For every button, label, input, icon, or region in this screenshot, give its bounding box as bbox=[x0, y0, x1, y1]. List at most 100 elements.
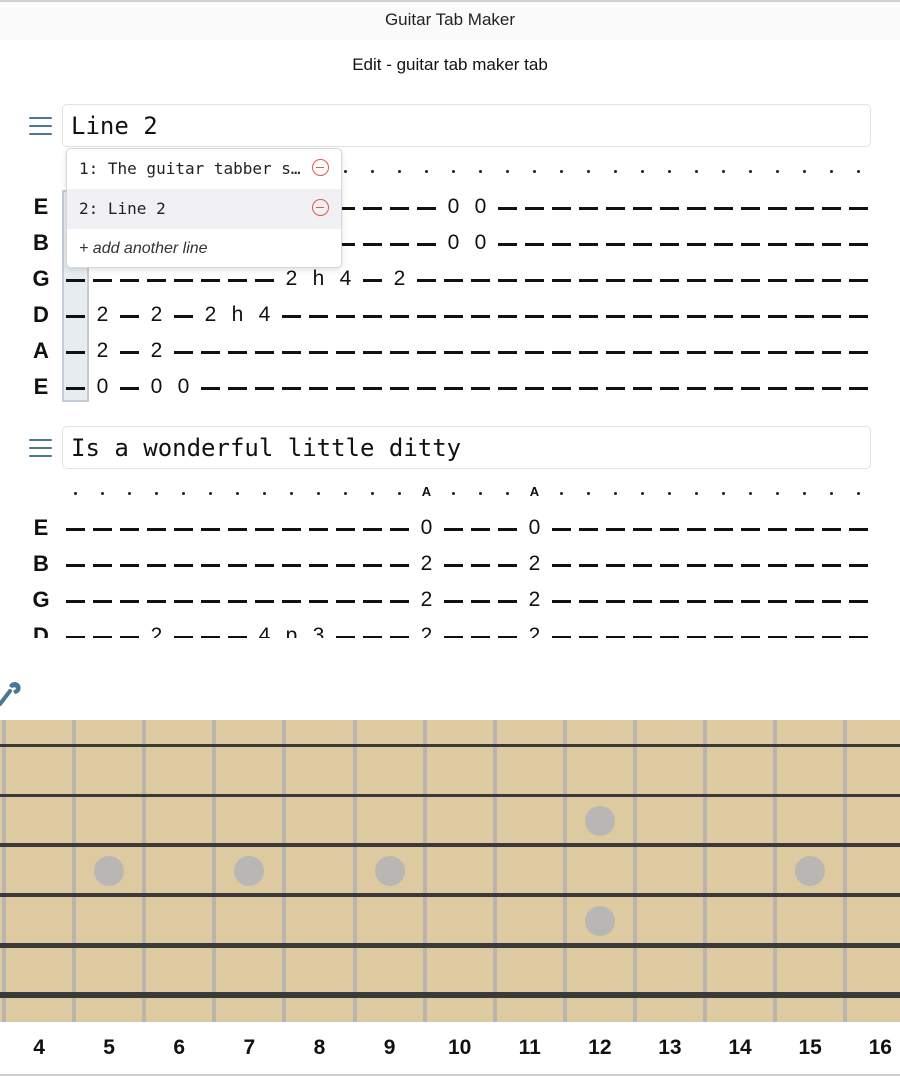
tab-dash[interactable] bbox=[660, 387, 679, 390]
tab-dash[interactable] bbox=[633, 564, 652, 567]
tab-dash[interactable] bbox=[228, 600, 247, 603]
tab-dash[interactable] bbox=[579, 315, 598, 318]
tab-dash[interactable] bbox=[795, 528, 814, 531]
tab-dash[interactable] bbox=[633, 387, 652, 390]
tab-dash[interactable] bbox=[444, 528, 463, 531]
tab-dash[interactable] bbox=[498, 600, 517, 603]
tab-note[interactable]: p bbox=[278, 624, 305, 638]
tab-note[interactable]: 4 bbox=[251, 624, 278, 638]
tab-dash[interactable] bbox=[417, 207, 436, 210]
tab-dash[interactable] bbox=[552, 279, 571, 282]
tab-dash[interactable] bbox=[228, 636, 247, 638]
tab-dash[interactable] bbox=[714, 564, 733, 567]
guitar-string[interactable] bbox=[0, 843, 900, 847]
tab-note[interactable]: 4 bbox=[332, 267, 359, 291]
tab-note[interactable]: 2 bbox=[521, 588, 548, 612]
tab-dash[interactable] bbox=[849, 528, 868, 531]
tab-dash[interactable] bbox=[390, 315, 409, 318]
tab-dash[interactable] bbox=[120, 636, 139, 638]
tab-dash[interactable] bbox=[444, 564, 463, 567]
tab-dash[interactable] bbox=[174, 528, 193, 531]
tab-dash[interactable] bbox=[174, 564, 193, 567]
tab-dash[interactable] bbox=[714, 243, 733, 246]
tab-dash[interactable] bbox=[633, 207, 652, 210]
tab-dash[interactable] bbox=[633, 351, 652, 354]
tab-dash[interactable] bbox=[309, 315, 328, 318]
tab-dash[interactable] bbox=[228, 564, 247, 567]
tab-dash[interactable] bbox=[606, 243, 625, 246]
tab-dash[interactable] bbox=[714, 315, 733, 318]
tab-dash[interactable] bbox=[741, 528, 760, 531]
tab-dash[interactable] bbox=[525, 387, 544, 390]
tab-dash[interactable] bbox=[120, 600, 139, 603]
tab-dash[interactable] bbox=[579, 351, 598, 354]
tab-dash[interactable] bbox=[471, 351, 490, 354]
tab-dash[interactable] bbox=[849, 207, 868, 210]
tab-dash[interactable] bbox=[336, 528, 355, 531]
tab-dash[interactable] bbox=[741, 636, 760, 638]
tab-dash[interactable] bbox=[660, 564, 679, 567]
tab-dash[interactable] bbox=[255, 528, 274, 531]
tab-dash[interactable] bbox=[660, 243, 679, 246]
tab-dash[interactable] bbox=[363, 243, 382, 246]
tab-dash[interactable] bbox=[66, 351, 85, 354]
tab-dash[interactable] bbox=[498, 279, 517, 282]
tab-note[interactable]: 2 bbox=[143, 624, 170, 638]
tab-dash[interactable] bbox=[390, 564, 409, 567]
dropdown-item-line-1[interactable]: 1: The guitar tabber s… bbox=[67, 149, 341, 189]
tab-dash[interactable] bbox=[606, 315, 625, 318]
tab-dash[interactable] bbox=[714, 636, 733, 638]
tab-dash[interactable] bbox=[309, 528, 328, 531]
dropdown-item-line-2[interactable]: 2: Line 2 bbox=[67, 189, 341, 229]
guitar-string[interactable] bbox=[0, 743, 900, 747]
tab-dash[interactable] bbox=[768, 315, 787, 318]
tab-dash[interactable] bbox=[741, 387, 760, 390]
tab-dash[interactable] bbox=[201, 600, 220, 603]
tab-dash[interactable] bbox=[579, 387, 598, 390]
tab-dash[interactable] bbox=[363, 564, 382, 567]
tab-dash[interactable] bbox=[93, 636, 112, 638]
tab-dash[interactable] bbox=[444, 279, 463, 282]
tab-dash[interactable] bbox=[363, 315, 382, 318]
tab-dash[interactable] bbox=[714, 528, 733, 531]
tab-dash[interactable] bbox=[363, 207, 382, 210]
tab-dash[interactable] bbox=[687, 600, 706, 603]
tab-dash[interactable] bbox=[525, 315, 544, 318]
tab-dash[interactable] bbox=[849, 315, 868, 318]
tab-dash[interactable] bbox=[552, 636, 571, 638]
tab-dash[interactable] bbox=[606, 528, 625, 531]
tab-dash[interactable] bbox=[147, 528, 166, 531]
tab-dash[interactable] bbox=[471, 600, 490, 603]
tab-dash[interactable] bbox=[255, 279, 274, 282]
tab-dash[interactable] bbox=[714, 351, 733, 354]
add-line-button[interactable]: + add another line bbox=[79, 240, 208, 258]
tab-note[interactable]: 0 bbox=[467, 231, 494, 255]
tab-dash[interactable] bbox=[174, 636, 193, 638]
tab-note[interactable]: 0 bbox=[413, 516, 440, 540]
tab-dash[interactable] bbox=[579, 243, 598, 246]
tab-note[interactable]: 4 bbox=[251, 303, 278, 327]
tab-dash[interactable] bbox=[390, 387, 409, 390]
tab-dash[interactable] bbox=[552, 564, 571, 567]
tab-dash[interactable] bbox=[687, 636, 706, 638]
tab-dash[interactable] bbox=[606, 387, 625, 390]
tab-dash[interactable] bbox=[444, 387, 463, 390]
tab-note[interactable]: 0 bbox=[170, 375, 197, 399]
tab-dash[interactable] bbox=[579, 279, 598, 282]
tab-dash[interactable] bbox=[822, 207, 841, 210]
tab-dash[interactable] bbox=[417, 351, 436, 354]
tab-dash[interactable] bbox=[282, 564, 301, 567]
tab-note[interactable]: 2 bbox=[143, 303, 170, 327]
tab-dash[interactable] bbox=[822, 636, 841, 638]
hamburger-menu-icon[interactable] bbox=[29, 439, 52, 457]
tab-note[interactable]: 2 bbox=[278, 267, 305, 291]
tab-dash[interactable] bbox=[525, 351, 544, 354]
tab-dash[interactable] bbox=[336, 600, 355, 603]
tab-note[interactable]: 0 bbox=[467, 195, 494, 219]
tab-dash[interactable] bbox=[390, 243, 409, 246]
tab-dash[interactable] bbox=[795, 207, 814, 210]
tab-dash[interactable] bbox=[687, 243, 706, 246]
tab-dash[interactable] bbox=[795, 600, 814, 603]
tab-dash[interactable] bbox=[309, 351, 328, 354]
tab-dash[interactable] bbox=[498, 207, 517, 210]
